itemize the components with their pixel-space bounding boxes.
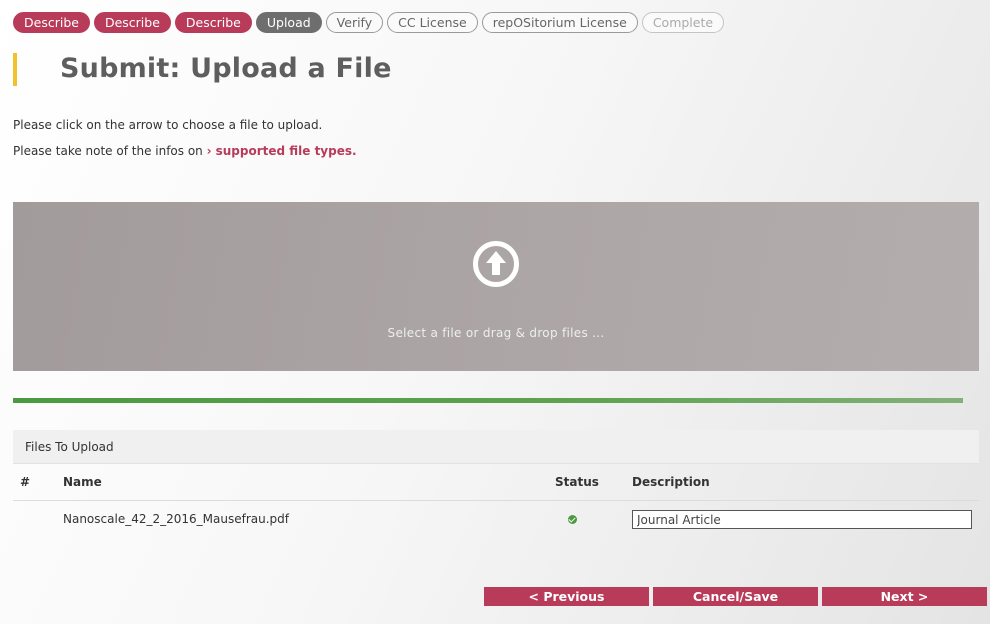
step-describe-1[interactable]: Describe (13, 12, 90, 33)
title-accent-bar (13, 53, 17, 86)
file-dropzone[interactable]: Select a file or drag & drop files ... (13, 202, 979, 371)
file-types-note-prefix: Please take note of the infos on (13, 144, 203, 158)
upload-progress-bar (13, 398, 963, 403)
upload-arrow-circle-icon[interactable] (472, 240, 520, 288)
next-button[interactable]: Next > (822, 587, 987, 606)
step-verify[interactable]: Verify (325, 12, 384, 33)
file-name: Nanoscale_42_2_2016_Mausefrau.pdf (63, 512, 289, 526)
step-repositorium-license[interactable]: repOSitorium License (481, 12, 638, 33)
page-title: Submit: Upload a File (60, 53, 392, 84)
step-describe-3[interactable]: Describe (174, 12, 252, 33)
column-name: Name (63, 475, 102, 489)
supported-file-types-link[interactable]: › supported file types. (207, 144, 357, 158)
supported-file-types-label: supported file types. (215, 144, 357, 158)
step-describe-2[interactable]: Describe (93, 12, 171, 33)
previous-button[interactable]: < Previous (484, 587, 649, 606)
dropzone-text: Select a file or drag & drop files ... (387, 326, 605, 340)
files-panel-title: Files To Upload (25, 440, 114, 454)
progress-steps: Describe Describe Describe Upload Verify… (13, 12, 725, 33)
status-ok-icon (568, 515, 577, 524)
upload-instructions: Please click on the arrow to choose a fi… (13, 118, 323, 132)
chevron-right-icon: › (206, 144, 212, 158)
step-cc-license[interactable]: CC License (387, 12, 478, 33)
file-types-note: Please take note of the infos on › suppor… (13, 144, 357, 158)
column-status: Status (555, 475, 599, 489)
upload-progress-fill (13, 398, 963, 403)
column-number: # (20, 475, 31, 489)
files-table-header: # Name Status Description (13, 465, 979, 501)
cancel-save-button[interactable]: Cancel/Save (653, 587, 818, 606)
table-row: Nanoscale_42_2_2016_Mausefrau.pdf (13, 502, 979, 538)
step-complete: Complete (641, 12, 725, 33)
files-panel-header: Files To Upload (13, 430, 979, 464)
step-upload[interactable]: Upload (255, 12, 322, 33)
description-input[interactable] (632, 510, 972, 529)
column-description: Description (632, 475, 710, 489)
